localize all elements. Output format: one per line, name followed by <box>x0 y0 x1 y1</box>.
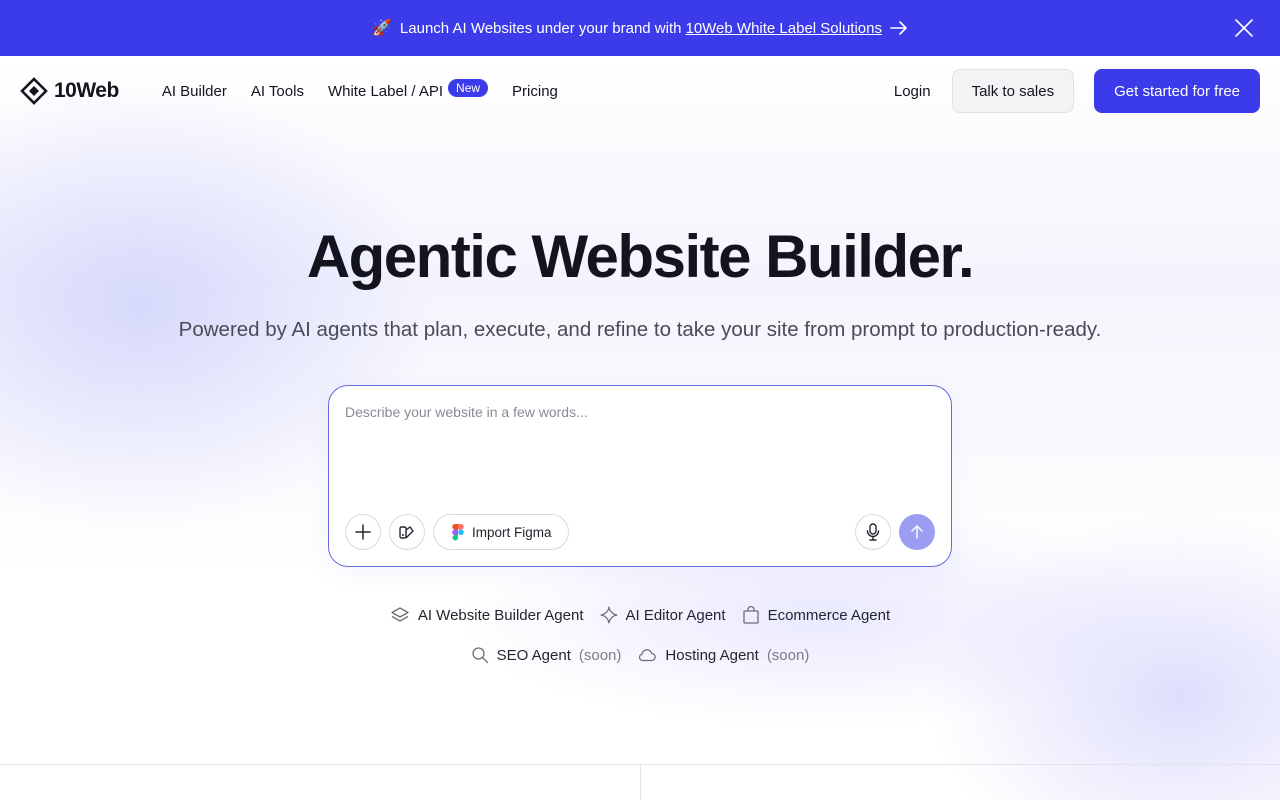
nav-ai-builder[interactable]: AI Builder <box>162 83 227 100</box>
agent-seo[interactable]: SEO Agent (soon) <box>471 646 622 664</box>
agent-label: SEO Agent <box>496 646 571 664</box>
new-badge: New <box>448 79 489 97</box>
soon-label: (soon) <box>578 646 622 664</box>
arrow-up-icon <box>911 525 923 539</box>
logo[interactable]: 10Web <box>20 77 119 105</box>
section-divider-vertical <box>640 765 641 800</box>
announcement-link[interactable]: 10Web White Label Solutions <box>685 20 882 37</box>
prompt-box: Import Figma <box>328 385 952 567</box>
agent-editor[interactable]: AI Editor Agent <box>599 606 726 624</box>
palette-icon <box>399 526 414 539</box>
search-icon <box>472 647 488 664</box>
nav-pricing[interactable]: Pricing <box>512 83 558 100</box>
main-nav: AI Builder AI Tools White Label / API Ne… <box>162 79 558 100</box>
add-attachment-button[interactable] <box>345 514 381 550</box>
agent-ecommerce[interactable]: Ecommerce Agent <box>742 606 891 624</box>
hero-title: Agentic Website Builder. <box>306 223 975 290</box>
import-figma-label: Import Figma <box>472 524 552 540</box>
close-icon[interactable] <box>1234 18 1254 38</box>
header-actions: Login Talk to sales Get started for free <box>894 69 1260 113</box>
rocket-icon: 🚀 <box>372 20 392 37</box>
announcement-bar: 🚀 Launch AI Websites under your brand wi… <box>0 0 1280 56</box>
plus-icon <box>355 524 371 540</box>
arrow-right-icon[interactable] <box>890 21 908 35</box>
microphone-icon <box>866 523 880 541</box>
login-link[interactable]: Login <box>894 83 931 100</box>
figma-icon <box>452 523 464 540</box>
announcement-text: Launch AI Websites under your brand with <box>399 19 682 37</box>
layers-icon <box>391 607 409 622</box>
talk-to-sales-button[interactable]: Talk to sales <box>951 69 1075 113</box>
soon-label: (soon) <box>766 646 810 664</box>
nav-white-label[interactable]: White Label / API New <box>327 79 489 100</box>
get-started-button[interactable]: Get started for free <box>1094 69 1260 113</box>
agent-hosting[interactable]: Hosting Agent (soon) <box>637 647 809 664</box>
nav-white-label-text: White Label / API <box>327 82 444 100</box>
sparkle-icon <box>599 606 618 624</box>
logo-text: 10Web <box>54 79 119 102</box>
voice-input-button[interactable] <box>855 514 891 550</box>
agent-label: Ecommerce Agent <box>767 606 891 624</box>
send-button[interactable] <box>899 514 935 550</box>
prompt-input[interactable] <box>345 404 935 484</box>
shopping-bag-icon <box>742 606 759 624</box>
site-header: 10Web AI Builder AI Tools White Label / … <box>0 56 1280 126</box>
hero-subtitle: Powered by AI agents that plan, execute,… <box>178 318 1102 341</box>
agent-website-builder[interactable]: AI Website Builder Agent <box>390 606 584 624</box>
import-figma-button[interactable]: Import Figma <box>433 514 569 550</box>
agents-row-2: SEO Agent (soon) Hosting Agent (soon) <box>0 646 1280 664</box>
agent-label: AI Website Builder Agent <box>417 606 584 624</box>
logo-icon <box>20 77 48 105</box>
agent-label: AI Editor Agent <box>625 606 726 624</box>
nav-ai-tools[interactable]: AI Tools <box>251 83 304 100</box>
agent-label: Hosting Agent <box>665 646 759 664</box>
agents-row-1: AI Website Builder Agent AI Editor Agent… <box>0 606 1280 624</box>
cloud-icon <box>639 649 657 662</box>
templates-button[interactable] <box>389 514 425 550</box>
